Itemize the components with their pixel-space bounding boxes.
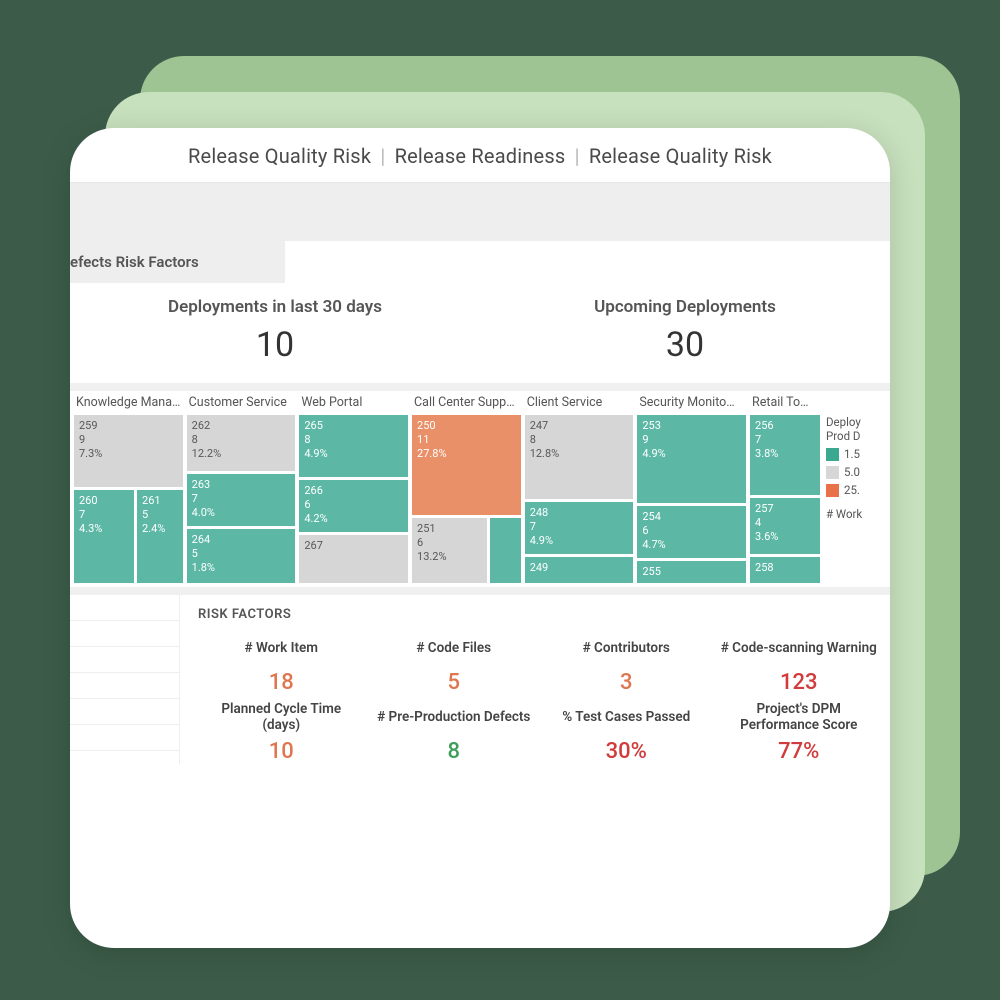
swatch-gray bbox=[826, 466, 839, 479]
tab-strip: efects Risk Factors bbox=[70, 241, 890, 283]
risk-grid: # Work Item 18# Code Files 5# Contributors… bbox=[198, 632, 882, 764]
risk-metric-value: 10 bbox=[198, 739, 365, 764]
treemap-cell[interactable]: 26374.0% bbox=[187, 474, 296, 526]
legend-row: 25. bbox=[826, 483, 890, 497]
risk-factors-panel: RISK FACTORS # Work Item18# Code Files5#… bbox=[70, 587, 890, 764]
treemap-cell[interactable]: 255 bbox=[637, 561, 746, 583]
risk-metric-value: 3 bbox=[543, 670, 710, 695]
treemap-section: Knowledge Manag… 25997.3% 26074.3% 26152… bbox=[70, 383, 890, 587]
treemap-col: Retail To… 25673.8% 25743.6% 258 bbox=[750, 395, 820, 583]
risk-metric: # Code Files 5 bbox=[371, 632, 538, 695]
treemap-cell[interactable]: 258 bbox=[750, 557, 820, 583]
risk-metric-value: 5 bbox=[371, 670, 538, 695]
risk-metric-value: 30% bbox=[543, 739, 710, 764]
treemap-cell[interactable]: 249 bbox=[525, 557, 634, 583]
treemap-cell[interactable]: 25743.6% bbox=[750, 498, 820, 554]
list-item[interactable] bbox=[70, 647, 179, 673]
risk-metric: # Code-scanning Warning 123 bbox=[716, 632, 883, 695]
treemap-col: Knowledge Manag… 25997.3% 26074.3% 26152… bbox=[74, 395, 183, 583]
breadcrumb-sep: | bbox=[571, 144, 584, 168]
kpi-deployments-30d: Deployments in last 30 days 10 bbox=[70, 297, 480, 365]
legend-title: Deploy bbox=[826, 415, 890, 429]
risk-metric-label: # Work Item bbox=[198, 632, 365, 666]
risk-metric-label: # Contributors bbox=[543, 632, 710, 666]
tab-defects-risk-factors[interactable]: efects Risk Factors bbox=[70, 241, 285, 283]
kpi-row: Deployments in last 30 days 10 Upcoming … bbox=[70, 283, 890, 383]
treemap-cell[interactable]: 267 bbox=[299, 535, 408, 583]
risk-metric-value: 8 bbox=[371, 739, 538, 764]
risk-metric: # Contributors 3 bbox=[543, 632, 710, 695]
treemap-cell[interactable]: 25997.3% bbox=[74, 415, 183, 487]
risk-metric-value: 77% bbox=[716, 739, 883, 764]
treemap-cell[interactable]: 25673.8% bbox=[750, 415, 820, 495]
treemap-cell[interactable]: 26584.9% bbox=[299, 415, 408, 477]
risk-metric: # Work Item 18 bbox=[198, 632, 365, 695]
legend-row: 5.0 bbox=[826, 465, 890, 479]
breadcrumb-item[interactable]: Release Quality Risk bbox=[188, 144, 371, 168]
risk-metric: # Pre-Production Defects 8 bbox=[371, 701, 538, 764]
kpi-title: Upcoming Deployments bbox=[480, 297, 890, 317]
treemap-col: Web Portal 26584.9% 26664.2% 267 bbox=[299, 395, 408, 583]
risk-metric-label: # Code-scanning Warning bbox=[716, 632, 883, 666]
treemap-cell[interactable]: 26152.4% bbox=[137, 490, 183, 583]
risk-metric: Project's DPM Performance Score 77% bbox=[716, 701, 883, 764]
kpi-value: 30 bbox=[480, 325, 890, 365]
treemap-cell[interactable]: 25394.9% bbox=[637, 415, 746, 503]
treemap-col-header: Security Monito… bbox=[637, 395, 746, 415]
treemap-col: Security Monito… 25394.9% 25464.7% 255 bbox=[637, 395, 746, 583]
list-item[interactable] bbox=[70, 699, 179, 725]
risk-metric-label: # Pre-Production Defects bbox=[371, 701, 538, 735]
treemap-col-header: Web Portal bbox=[299, 395, 408, 415]
breadcrumb-item[interactable]: Release Readiness bbox=[395, 144, 566, 168]
treemap-col: Call Center Supp… 2501127.8% 251613.2% bbox=[412, 395, 521, 583]
treemap-col-header: Knowledge Manag… bbox=[74, 395, 183, 415]
treemap-cell[interactable]: 262812.2% bbox=[187, 415, 296, 471]
treemap-cell[interactable]: 251613.2% bbox=[412, 518, 487, 583]
treemap-cell[interactable]: 2501127.8% bbox=[412, 415, 521, 515]
legend-footer: # Work bbox=[826, 507, 890, 521]
treemap-cell[interactable]: 24874.9% bbox=[525, 502, 634, 554]
list-item[interactable] bbox=[70, 673, 179, 699]
risk-metric-value: 18 bbox=[198, 670, 365, 695]
swatch-teal bbox=[826, 448, 839, 461]
treemap-cell[interactable]: 26664.2% bbox=[299, 480, 408, 532]
breadcrumb-sep: | bbox=[376, 144, 389, 168]
treemap-col-header: Call Center Supp… bbox=[412, 395, 521, 415]
treemap-cell[interactable] bbox=[490, 518, 520, 583]
treemap[interactable]: Knowledge Manag… 25997.3% 26074.3% 26152… bbox=[70, 391, 820, 587]
toolbar-band bbox=[70, 183, 890, 241]
treemap-cell[interactable]: 25464.7% bbox=[637, 506, 746, 558]
treemap-col-header: Customer Service bbox=[187, 395, 296, 415]
kpi-value: 10 bbox=[70, 325, 480, 365]
breadcrumb: Release Quality Risk | Release Readiness… bbox=[70, 128, 890, 183]
list-item[interactable] bbox=[70, 621, 179, 647]
dashboard-card: Release Quality Risk | Release Readiness… bbox=[70, 128, 890, 948]
list-item[interactable] bbox=[70, 725, 179, 751]
risk-metric-label: Project's DPM Performance Score bbox=[716, 701, 883, 735]
risk-heading: RISK FACTORS bbox=[198, 607, 882, 622]
kpi-title: Deployments in last 30 days bbox=[70, 297, 480, 317]
treemap-col-header: Retail To… bbox=[750, 395, 820, 415]
risk-metric-label: # Code Files bbox=[371, 632, 538, 666]
kpi-upcoming-deployments: Upcoming Deployments 30 bbox=[480, 297, 890, 365]
risk-metric-label: Planned Cycle Time (days) bbox=[198, 701, 365, 735]
treemap-col: Customer Service 262812.2% 26374.0% 2645… bbox=[187, 395, 296, 583]
risk-metric-value: 123 bbox=[716, 670, 883, 695]
legend-row: 1.5 bbox=[826, 447, 890, 461]
risk-metric: % Test Cases Passed 30% bbox=[543, 701, 710, 764]
risk-side-list bbox=[70, 595, 180, 764]
swatch-orange bbox=[826, 484, 839, 497]
breadcrumb-item[interactable]: Release Quality Risk bbox=[589, 144, 772, 168]
treemap-col-header: Client Service bbox=[525, 395, 634, 415]
treemap-legend: Deploy Prod D 1.5 5.0 25. # Work bbox=[820, 391, 890, 587]
treemap-cell[interactable]: 247812.8% bbox=[525, 415, 634, 499]
legend-title: Prod D bbox=[826, 429, 890, 443]
risk-metric-label: % Test Cases Passed bbox=[543, 701, 710, 735]
risk-metric: Planned Cycle Time (days) 10 bbox=[198, 701, 365, 764]
treemap-col: Client Service 247812.8% 24874.9% 249 bbox=[525, 395, 634, 583]
treemap-cell[interactable]: 26074.3% bbox=[74, 490, 134, 583]
treemap-cell[interactable]: 26451.8% bbox=[187, 529, 296, 583]
